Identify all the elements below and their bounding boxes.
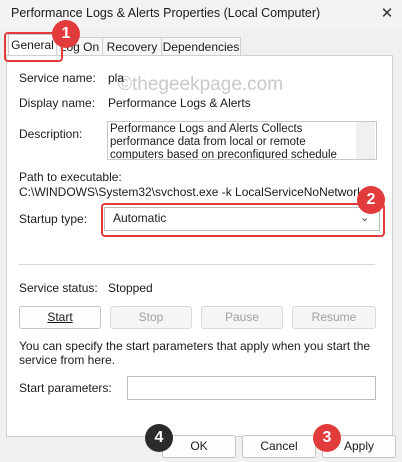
stop-button[interactable]: Stop bbox=[110, 306, 192, 329]
startup-type-label: Startup type: bbox=[19, 212, 88, 226]
description-box[interactable]: Performance Logs and Alerts Collects per… bbox=[107, 121, 377, 160]
description-text: Performance Logs and Alerts Collects per… bbox=[110, 123, 337, 160]
description-scrollbar[interactable] bbox=[356, 122, 375, 159]
service-name-label: Service name: bbox=[19, 71, 96, 85]
callout-badge-3: 3 bbox=[313, 424, 341, 452]
service-name-value: pla bbox=[108, 71, 125, 85]
tab-dependencies[interactable]: Dependencies bbox=[161, 37, 241, 56]
cancel-button[interactable]: Cancel bbox=[242, 435, 316, 458]
close-icon[interactable]: ✕ bbox=[376, 3, 398, 25]
start-parameters-label: Start parameters: bbox=[19, 381, 112, 395]
watermark: ©thegeekpage.com bbox=[118, 74, 284, 95]
ok-button[interactable]: OK bbox=[162, 435, 236, 458]
start-button[interactable]: Start bbox=[19, 306, 101, 329]
path-label: Path to executable: bbox=[19, 170, 122, 184]
service-status-value: Stopped bbox=[108, 281, 153, 295]
callout-badge-4: 4 bbox=[145, 424, 173, 452]
path-value: C:\WINDOWS\System32\svchost.exe -k Local… bbox=[19, 185, 378, 199]
service-status-label: Service status: bbox=[19, 281, 98, 295]
callout-badge-2: 2 bbox=[357, 186, 385, 214]
info-text: You can specify the start parameters tha… bbox=[19, 339, 371, 367]
divider bbox=[19, 264, 375, 265]
tab-recovery[interactable]: Recovery bbox=[102, 37, 162, 56]
callout-badge-1: 1 bbox=[52, 20, 80, 48]
resume-button[interactable]: Resume bbox=[292, 306, 376, 329]
window-title: Performance Logs & Alerts Properties (Lo… bbox=[11, 6, 321, 20]
description-label: Description: bbox=[19, 127, 83, 141]
display-name-label: Display name: bbox=[19, 96, 96, 110]
display-name-value: Performance Logs & Alerts bbox=[108, 96, 251, 110]
highlight-startup-type bbox=[101, 203, 385, 237]
start-parameters-input[interactable] bbox=[127, 376, 376, 400]
pause-button[interactable]: Pause bbox=[201, 306, 283, 329]
